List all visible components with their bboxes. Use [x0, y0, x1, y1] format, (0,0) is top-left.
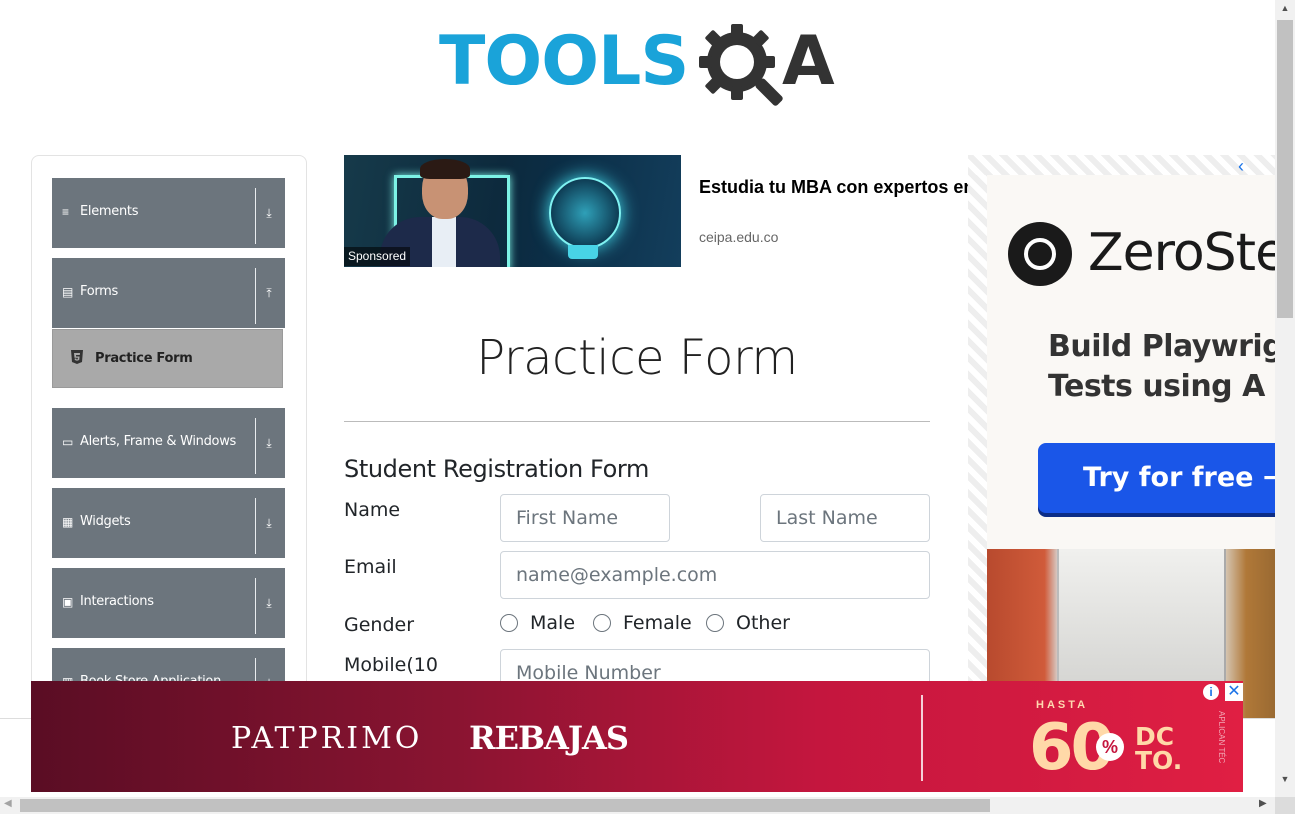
ad-checker-border-top — [968, 155, 1275, 175]
page-title: Practice Form — [476, 330, 798, 386]
first-name-input[interactable] — [500, 494, 670, 542]
title-divider — [344, 421, 930, 422]
try-for-free-button[interactable]: Try for free → — [1038, 443, 1275, 513]
ad-tagline-line1: Build Playwrigh — [1048, 329, 1275, 364]
ad-checker-border — [968, 155, 987, 718]
ad-dcto-line2: TO. — [1135, 746, 1183, 775]
radio-label[interactable]: Male — [530, 612, 575, 634]
horizontal-scroll-thumb[interactable] — [20, 799, 990, 812]
sidebar-group-forms[interactable]: ▤ Forms ⤒ — [52, 258, 285, 328]
radio-label[interactable]: Female — [623, 612, 692, 634]
sidebar-group-elements[interactable]: ≡ Elements ⤓ — [52, 178, 285, 248]
name-label: Name — [344, 499, 401, 521]
sidebar-group-label: Elements — [80, 204, 139, 219]
html5-icon — [71, 350, 83, 364]
scroll-left-icon[interactable]: ◀ — [4, 798, 12, 809]
file-icon: ▤ — [62, 285, 74, 299]
ad-brand: PATPRIMO — [231, 721, 423, 756]
sidebar-group-alerts[interactable]: ▭ Alerts, Frame & Windows ⤓ — [52, 408, 285, 478]
close-icon[interactable]: ✕ — [1225, 683, 1243, 701]
vertical-scrollbar[interactable]: ▲ ▼ — [1275, 0, 1295, 797]
gender-radio-male[interactable]: Male — [500, 612, 580, 638]
ad-divider — [921, 695, 923, 781]
grid-icon: ▦ — [62, 515, 74, 529]
radio-label[interactable]: Other — [736, 612, 790, 634]
scroll-up-icon[interactable]: ▲ — [1275, 3, 1295, 13]
sidebar-separator — [255, 268, 256, 324]
scroll-down-icon[interactable]: ▼ — [1275, 774, 1295, 784]
sidebar-group-label: Widgets — [80, 514, 131, 529]
sidebar-group-interactions[interactable]: ▣ Interactions ⤓ — [52, 568, 285, 638]
gender-radio-female[interactable]: Female — [593, 612, 693, 638]
ad-hasta: HASTA — [1036, 699, 1089, 711]
sidebar: ≡ Elements ⤓ ▤ Forms ⤒ Practice Form ▭ A… — [31, 155, 307, 717]
sidebar-item-practice-form[interactable]: Practice Form — [52, 329, 283, 388]
gear-magnifier-icon — [699, 24, 783, 106]
scrollbar-corner — [1275, 797, 1295, 814]
sponsored-ad[interactable]: Sponsored Estudia tu MBA con expertos en… — [344, 155, 968, 268]
download-arrow-icon[interactable]: ⤓ — [259, 568, 279, 638]
hamburger-icon: ≡ — [62, 205, 70, 219]
ad-fine-print: APLICAN TÉC — [1217, 711, 1226, 764]
lightbulb-base — [568, 245, 598, 259]
toolsqa-logo[interactable]: TOOLS A — [437, 18, 842, 114]
mobile-label: Mobile(10 — [344, 654, 438, 676]
sidebar-separator — [255, 498, 256, 554]
download-arrow-icon[interactable]: ⤓ — [259, 488, 279, 558]
ad-brand: ZeroSte — [1088, 223, 1275, 283]
info-icon[interactable]: i — [1203, 684, 1219, 700]
horizontal-scrollbar[interactable]: ◀ ▶ — [0, 797, 1275, 814]
logo-text-tools: TOOLS — [439, 22, 689, 101]
logo-text-a: A — [782, 22, 835, 101]
ad-promo: REBAJAS — [469, 719, 629, 757]
window-icon: ▭ — [62, 435, 74, 449]
lightbulb-icon — [549, 177, 621, 249]
gender-label: Gender — [344, 614, 415, 636]
right-ad[interactable]: ‹ ZeroSte Build Playwrigh Tests using A … — [968, 155, 1275, 718]
email-input[interactable] — [500, 551, 930, 599]
sidebar-group-label: Alerts, Frame & Windows — [80, 434, 237, 449]
vertical-scroll-thumb[interactable] — [1277, 20, 1293, 318]
form-heading: Student Registration Form — [344, 455, 649, 483]
gender-radio-other[interactable]: Other — [706, 612, 796, 638]
sidebar-separator — [255, 578, 256, 634]
ad-person-shirt — [432, 217, 456, 267]
sidebar-separator — [255, 188, 256, 244]
sidebar-group-label: Forms — [80, 284, 119, 299]
radio-circle[interactable] — [706, 614, 724, 632]
last-name-input[interactable] — [760, 494, 930, 542]
percent-badge: % — [1096, 733, 1124, 761]
chevron-left-icon[interactable]: ‹ — [1238, 156, 1244, 177]
download-arrow-icon[interactable]: ⤓ — [259, 408, 279, 478]
sidebar-item-label: Practice Form — [95, 351, 193, 366]
download-arrow-icon[interactable]: ⤓ — [259, 178, 279, 248]
ad-person-hair — [420, 159, 470, 179]
ad-tagline-line2: Tests using A — [1048, 369, 1265, 404]
ad-domain[interactable]: ceipa.edu.co — [699, 229, 778, 245]
ad-image[interactable]: Sponsored — [344, 155, 681, 267]
ad-headline[interactable]: Estudia tu MBA con expertos en administr… — [699, 175, 968, 200]
sidebar-separator — [255, 418, 256, 474]
cursor-box-icon: ▣ — [62, 595, 74, 609]
sponsored-badge: Sponsored — [344, 247, 411, 266]
zerostep-logo-icon — [1008, 222, 1072, 286]
ad-dcto: DC TO. — [1135, 724, 1183, 775]
sidebar-group-label: Interactions — [80, 594, 154, 609]
upload-arrow-icon[interactable]: ⤒ — [259, 258, 279, 328]
ad-tagline: Build Playwrigh Tests using A — [1048, 327, 1275, 407]
radio-circle[interactable] — [500, 614, 518, 632]
bottom-banner-ad[interactable]: PATPRIMO REBAJAS HASTA 60 % DC TO. APLIC… — [31, 681, 1243, 792]
scroll-right-icon[interactable]: ▶ — [1259, 798, 1267, 809]
email-label: Email — [344, 556, 397, 578]
radio-circle[interactable] — [593, 614, 611, 632]
sidebar-group-widgets[interactable]: ▦ Widgets ⤓ — [52, 488, 285, 558]
